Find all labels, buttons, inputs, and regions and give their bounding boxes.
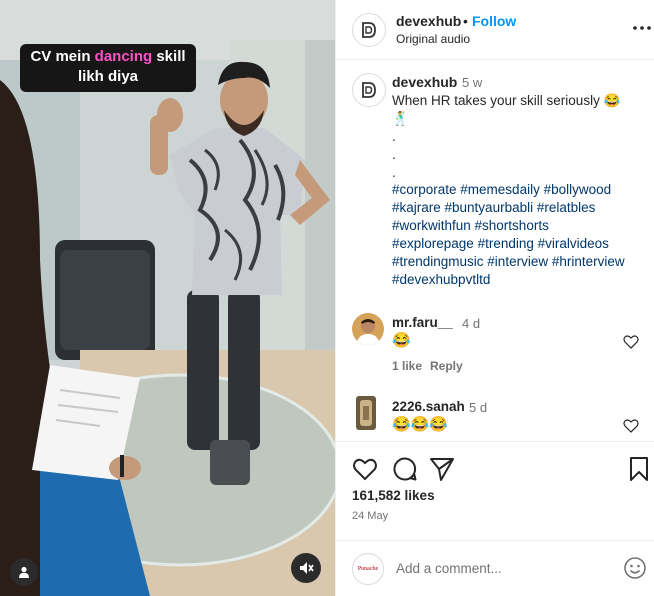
post-actions: 161,582 likes 24 May — [336, 441, 654, 541]
overlay-highlight: dancing — [94, 48, 153, 65]
comment-reply-button[interactable]: Reply — [430, 359, 463, 373]
overlay-line-1: CV mein dancing skill — [28, 47, 188, 67]
comments-scroll-area[interactable]: devexhub 5 w When HR takes your skill se… — [336, 61, 654, 441]
account-avatar[interactable] — [352, 13, 386, 47]
likes-count[interactable]: 161,582 likes — [352, 488, 435, 503]
caption-username[interactable]: devexhub — [392, 74, 457, 90]
header-separator: • — [463, 13, 468, 29]
post-side-panel: devexhub • Follow Original audio devexhu… — [335, 0, 654, 596]
overlay-line-2: likh diya — [77, 68, 139, 85]
post-date[interactable]: 24 May — [352, 510, 388, 522]
comment-like-count[interactable]: 1 like — [392, 359, 422, 373]
caption-timestamp[interactable]: 5 w — [462, 75, 482, 90]
hashtag-line[interactable]: #explorepage #trending #viralvideos — [392, 235, 654, 253]
comment-username[interactable]: 2226.sanah — [392, 399, 465, 414]
mute-button[interactable] — [291, 553, 321, 583]
caption-emoji: 🕺 — [392, 111, 409, 126]
comment-timestamp[interactable]: 5 d — [469, 400, 487, 415]
post-header: devexhub • Follow Original audio — [336, 0, 654, 60]
comment-heart-icon[interactable] — [623, 334, 639, 349]
more-horizontal-icon[interactable] — [632, 20, 652, 36]
reel-video[interactable]: CV mein dancing skill likh diya — [0, 0, 335, 596]
tagged-users-button[interactable] — [10, 558, 38, 586]
avatar-text: Punache — [357, 566, 379, 572]
comment-avatar[interactable] — [356, 396, 376, 430]
comment-username[interactable]: mr.faru__ — [392, 315, 453, 330]
comment-timestamp[interactable]: 4 d — [462, 316, 480, 331]
comment-text: 😂 — [392, 332, 411, 349]
bookmark-icon[interactable] — [626, 456, 652, 482]
comment-input[interactable] — [396, 558, 616, 578]
audio-link[interactable]: Original audio — [396, 32, 470, 46]
hashtag-line[interactable]: #corporate #memesdaily #bollywood — [392, 181, 654, 199]
share-icon[interactable] — [429, 456, 455, 482]
add-comment-bar: Punache — [336, 540, 654, 596]
devexhub-logo-icon — [362, 22, 376, 38]
comment-avatar[interactable] — [352, 313, 384, 345]
caption-avatar[interactable] — [352, 73, 386, 107]
video-text-overlay: CV mein dancing skill likh diya — [20, 44, 196, 92]
overlay-text: CV mein — [30, 48, 95, 65]
caption-text: When HR takes your skill seriously 😂 🕺 .… — [392, 92, 650, 182]
user-icon — [19, 566, 29, 578]
hashtag-line[interactable]: #devexhubpvtltd — [392, 271, 654, 289]
post-viewer: CV mein dancing skill likh diya devexhub… — [0, 0, 654, 596]
comment-heart-icon[interactable] — [623, 418, 639, 433]
comment-icon[interactable] — [392, 456, 418, 482]
current-user-avatar[interactable]: Punache — [352, 553, 384, 585]
devexhub-logo-icon — [362, 82, 376, 98]
overlay-text: skill — [152, 48, 186, 65]
caption-dot: . — [392, 129, 396, 144]
heart-icon[interactable] — [352, 456, 378, 482]
emoji-icon[interactable] — [623, 556, 647, 580]
hashtag-line[interactable]: #trendingmusic #interview #hrinterview — [392, 253, 654, 271]
comment-text: 😂😂😂 — [392, 416, 449, 433]
speaker-muted-icon — [300, 562, 314, 574]
hashtag-line[interactable]: #workwithfun #shortshorts — [392, 217, 654, 235]
caption-line: When HR takes your skill seriously 😂 — [392, 93, 621, 108]
caption-dot: . — [392, 147, 396, 162]
hashtags: #corporate #memesdaily #bollywood #kajra… — [392, 181, 654, 289]
caption-dot: . — [392, 165, 396, 180]
header-username[interactable]: devexhub — [396, 13, 461, 29]
profile-photo — [356, 396, 376, 430]
hashtag-line[interactable]: #kajrare #buntyaurbabli #relatbles — [392, 199, 654, 217]
follow-button[interactable]: Follow — [472, 13, 516, 29]
profile-photo — [352, 313, 384, 345]
